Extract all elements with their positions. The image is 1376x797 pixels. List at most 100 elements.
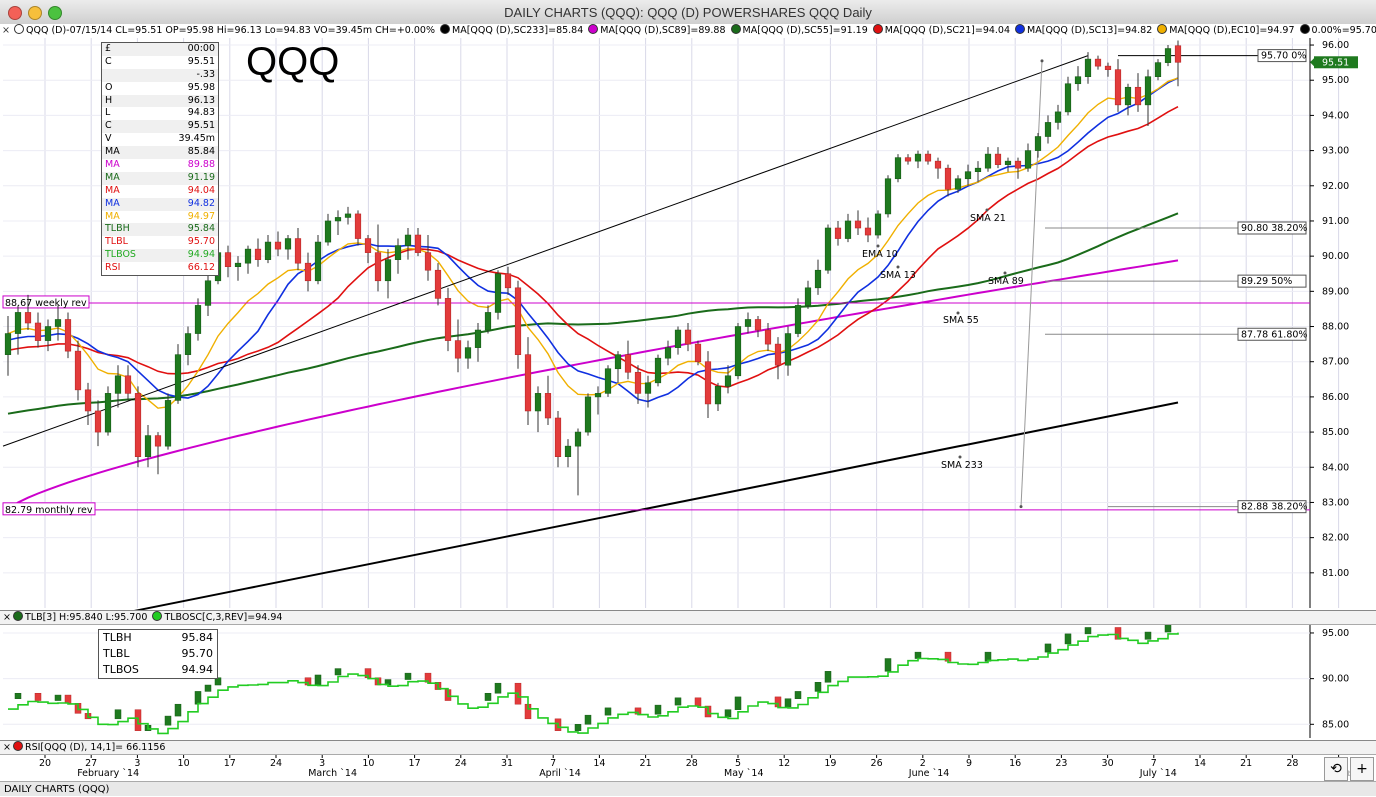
candle-body — [64, 319, 72, 352]
candle-body — [1174, 45, 1182, 63]
tlb-brick — [584, 714, 592, 725]
data-window-row: C 95.51 — [102, 120, 218, 134]
data-window-value: 95.84 — [187, 223, 215, 235]
data-window-label: V — [105, 133, 112, 145]
pound-icon: £ — [105, 43, 112, 54]
candle-body — [634, 371, 642, 394]
y-tick-label: 81.00 — [1322, 568, 1349, 579]
candle-body — [1094, 58, 1102, 67]
tlb-brick — [494, 682, 502, 694]
ticker-label: QQQ — [246, 40, 340, 84]
candle-body — [1054, 111, 1062, 123]
tlb-brick — [914, 651, 922, 659]
x-tick-label: 31 — [501, 758, 513, 769]
candle-body — [94, 410, 102, 433]
data-window-value: 91.19 — [187, 171, 215, 183]
x-month-label: May `14 — [724, 768, 764, 779]
close-icon[interactable]: × — [0, 742, 11, 753]
candle-body — [1034, 136, 1042, 151]
ma-label-marker — [958, 455, 962, 459]
candle-body — [134, 393, 142, 458]
ma-label-marker — [876, 244, 880, 248]
candle-body — [464, 347, 472, 359]
tlb-table-label: TLBOS — [103, 663, 139, 676]
candle-body — [1164, 48, 1172, 63]
candle-body — [494, 273, 502, 313]
x-tick-label: 20 — [39, 758, 51, 769]
candle-body — [474, 329, 482, 348]
candle-body — [274, 241, 282, 250]
candle-body — [184, 333, 192, 355]
candle-body — [364, 238, 372, 253]
tlb-brick — [484, 692, 492, 701]
refresh-icon[interactable]: ⟲ — [1324, 757, 1348, 781]
tlb-header[interactable]: TLB[3] H:95.840 L:95.700 — [25, 612, 147, 623]
candle-body — [604, 368, 612, 394]
data-window-row: MA 85.84 — [102, 146, 218, 160]
data-window-value: -.33 — [196, 68, 215, 80]
candle-body — [404, 234, 412, 246]
tlb-brick — [1164, 624, 1172, 633]
ma-label-marker — [985, 208, 989, 212]
ma-label: SMA 233 — [941, 460, 983, 471]
tlb-brick — [654, 704, 662, 715]
candle-body — [954, 178, 962, 190]
candle-body — [1154, 62, 1162, 78]
y-tick-label: 88.00 — [1322, 322, 1349, 333]
candle-body — [424, 252, 432, 271]
candle-body — [924, 153, 932, 162]
tlb-brick — [1084, 627, 1092, 635]
candle-body — [564, 445, 572, 458]
candle-body — [624, 354, 632, 373]
candle-body — [934, 160, 942, 169]
add-icon[interactable]: + — [1350, 757, 1374, 781]
candle-body — [1144, 76, 1152, 106]
candle-body — [894, 157, 902, 180]
candle-body — [14, 312, 22, 334]
data-window-time: 00:00 — [187, 43, 215, 54]
tlb-brick — [604, 707, 612, 716]
tlb-brick — [54, 694, 62, 701]
rsi-header[interactable]: RSI[QQQ (D), 14,1]= 66.1156 — [25, 742, 165, 753]
tlb-brick — [674, 697, 682, 706]
y-tick-label: 91.00 — [1322, 216, 1349, 227]
x-tick-label: 16 — [1009, 758, 1021, 769]
candle-body — [264, 241, 272, 260]
candle-body — [914, 153, 922, 162]
y-tick-label: 90.00 — [1322, 251, 1349, 262]
x-tick-label: 28 — [686, 758, 698, 769]
candle-body — [324, 220, 332, 243]
ma-label: SMA 21 — [970, 213, 1006, 224]
y-tick-label: 86.00 — [1322, 392, 1349, 403]
candle-body — [1064, 83, 1072, 113]
reversal-level-label: 88.67 weekly rev — [5, 298, 87, 309]
tlb-brick — [314, 674, 322, 686]
candle-body — [334, 217, 342, 222]
data-window-row: V 39.45m — [102, 133, 218, 146]
candle-body — [514, 287, 522, 355]
tlbosc-header[interactable]: TLBOSC[C,3,REV]=94.94 — [164, 612, 282, 623]
tlb-brick — [824, 671, 832, 683]
x-tick-label: 17 — [409, 758, 421, 769]
data-window-label: C — [105, 55, 112, 67]
fib-anchor-point — [1019, 505, 1023, 509]
y-tick-label: 94.00 — [1322, 110, 1349, 121]
candle-body — [34, 322, 42, 341]
tlb-brick — [784, 698, 792, 708]
tlb-brick — [1144, 631, 1152, 640]
candle-body — [744, 319, 752, 327]
close-icon[interactable]: × — [0, 612, 11, 623]
candle-body — [844, 220, 852, 239]
tlb-table-row: TLBL 95.70 — [99, 646, 217, 662]
candle-body — [994, 153, 1002, 165]
candle-body — [804, 287, 812, 306]
tlb-brick — [14, 692, 22, 699]
y-tick-label: 93.00 — [1322, 146, 1349, 157]
reversal-level-label: 82.79 monthly rev — [5, 505, 93, 516]
last-price-label: 95.51 — [1322, 57, 1349, 68]
y-tick-label: 95.00 — [1322, 75, 1349, 86]
data-window-label: MA — [105, 197, 120, 209]
data-window-row: TLBL 95.70 — [102, 236, 218, 249]
candle-body — [74, 350, 82, 391]
candle-body — [4, 333, 12, 355]
